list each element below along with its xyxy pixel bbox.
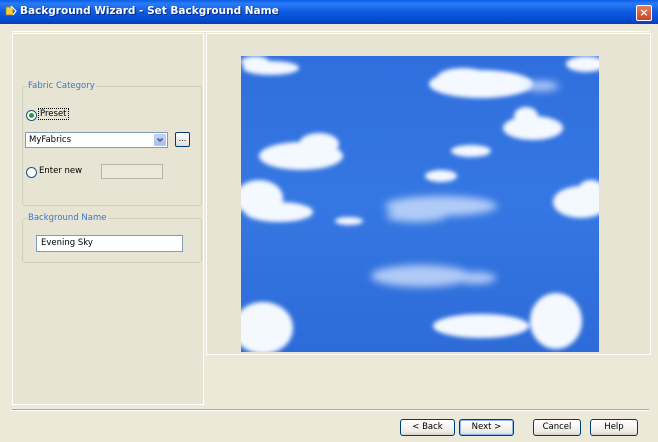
enter-new-radio[interactable] — [26, 167, 37, 178]
enter-new-label[interactable]: Enter new — [39, 166, 82, 176]
wizard-window: Background Wizard - Set Background Name … — [0, 0, 658, 442]
close-button[interactable]: × — [636, 5, 652, 21]
browse-label: ... — [178, 134, 187, 143]
cancel-button[interactable]: Cancel — [533, 419, 581, 436]
preset-select-value: MyFabrics — [29, 135, 72, 145]
radio-selected-dot — [29, 113, 34, 118]
enter-new-field[interactable] — [101, 164, 163, 179]
help-button[interactable]: Help — [590, 419, 638, 436]
title-bar[interactable]: Background Wizard - Set Background Name … — [0, 0, 658, 24]
next-button[interactable]: Next > — [459, 419, 514, 436]
preset-dropdown-button[interactable] — [154, 134, 166, 146]
window-title: Background Wizard - Set Background Name — [20, 5, 279, 17]
preset-select[interactable]: MyFabrics — [25, 132, 168, 148]
cancel-label: Cancel — [542, 422, 572, 432]
sky-preview-image — [241, 56, 599, 352]
help-label: Help — [604, 422, 624, 432]
background-name-value: Evening Sky — [41, 238, 93, 248]
background-name-legend: Background Name — [28, 213, 107, 223]
browse-button[interactable]: ... — [175, 132, 190, 147]
bottom-separator — [12, 409, 649, 411]
background-name-field[interactable]: Evening Sky — [36, 235, 183, 252]
chevron-down-icon — [156, 137, 164, 143]
back-label: < Back — [412, 422, 443, 432]
back-button[interactable]: < Back — [400, 419, 455, 436]
preset-label[interactable]: Preset — [38, 108, 69, 120]
fabric-category-legend: Fabric Category — [28, 81, 95, 91]
preset-radio[interactable] — [26, 110, 37, 121]
next-label: Next > — [471, 422, 502, 432]
sky-clouds-picture — [241, 56, 599, 352]
top-divider — [12, 31, 649, 32]
close-icon: × — [639, 6, 649, 19]
app-icon — [5, 5, 17, 16]
